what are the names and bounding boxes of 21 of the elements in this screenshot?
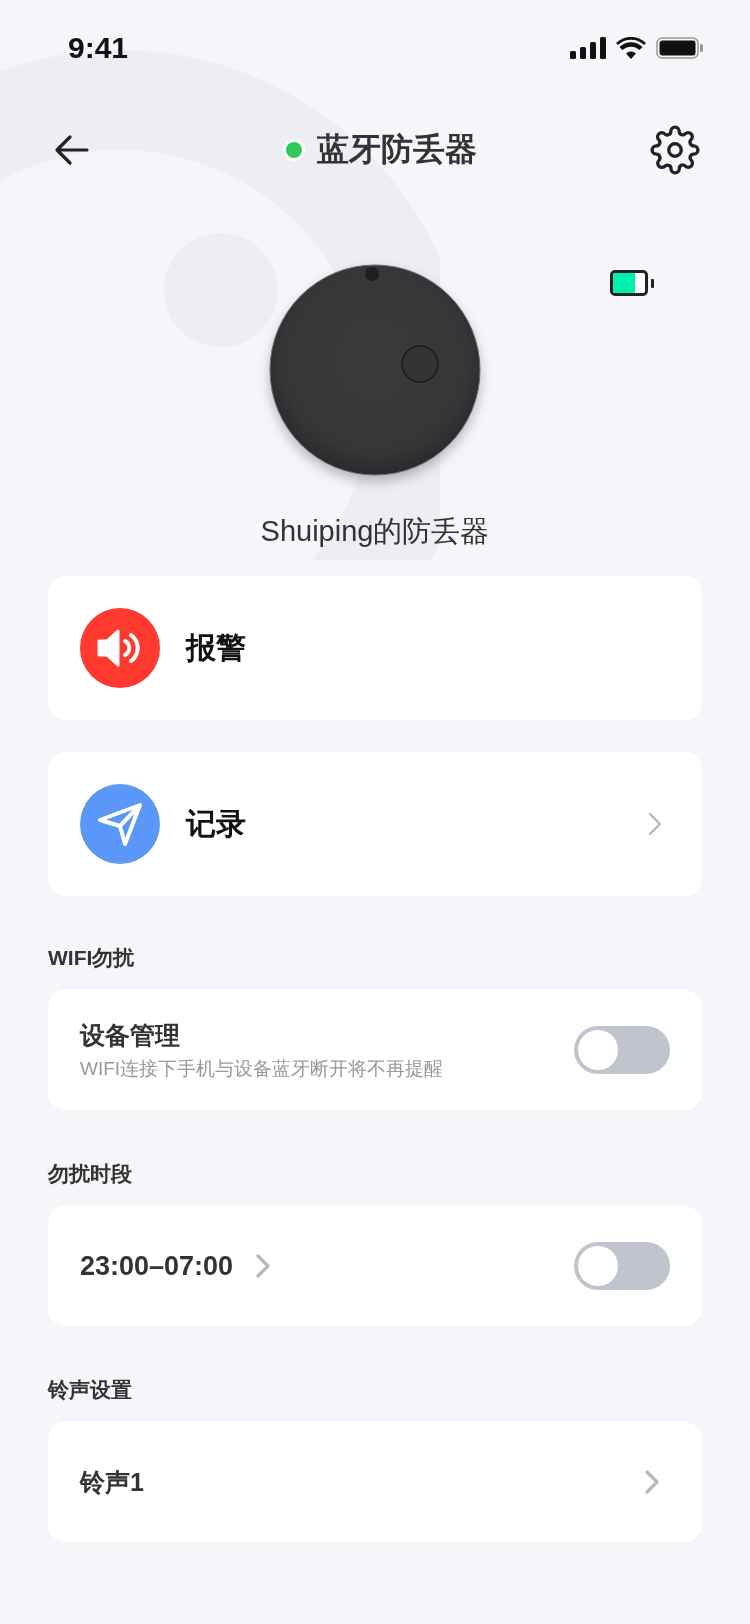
battery-status-icon: [656, 37, 704, 59]
section-title: WIFI勿扰: [48, 945, 136, 971]
section-title: 铃声设置: [48, 1377, 133, 1403]
status-time: 9:41: [68, 31, 129, 65]
toggle-switch[interactable]: [574, 1026, 670, 1074]
device-name: Shuiping的防丢器: [259, 514, 491, 549]
wifi-icon: [616, 37, 646, 59]
battery-icon: [610, 270, 654, 296]
setting-label: 设备管理: [80, 1019, 181, 1051]
alarm-card[interactable]: 报警: [48, 576, 702, 720]
signal-icon: [570, 37, 606, 59]
ringtone-label: 铃声1: [80, 1466, 144, 1498]
section-title: 勿扰时段: [48, 1161, 133, 1187]
time-range-link[interactable]: 23:00–07:00: [80, 1250, 272, 1282]
chevron-icon: [648, 812, 662, 836]
page-title: 蓝牙防丢器: [317, 130, 477, 169]
setting-description: WIFI连接下手机与设备蓝牙断开将不再提醒: [80, 1056, 444, 1081]
chevron-icon[interactable]: [644, 1469, 660, 1495]
record-card[interactable]: 记录: [48, 752, 702, 896]
toggle-switch[interactable]: [574, 1242, 670, 1290]
chevron-icon: [255, 1253, 272, 1279]
